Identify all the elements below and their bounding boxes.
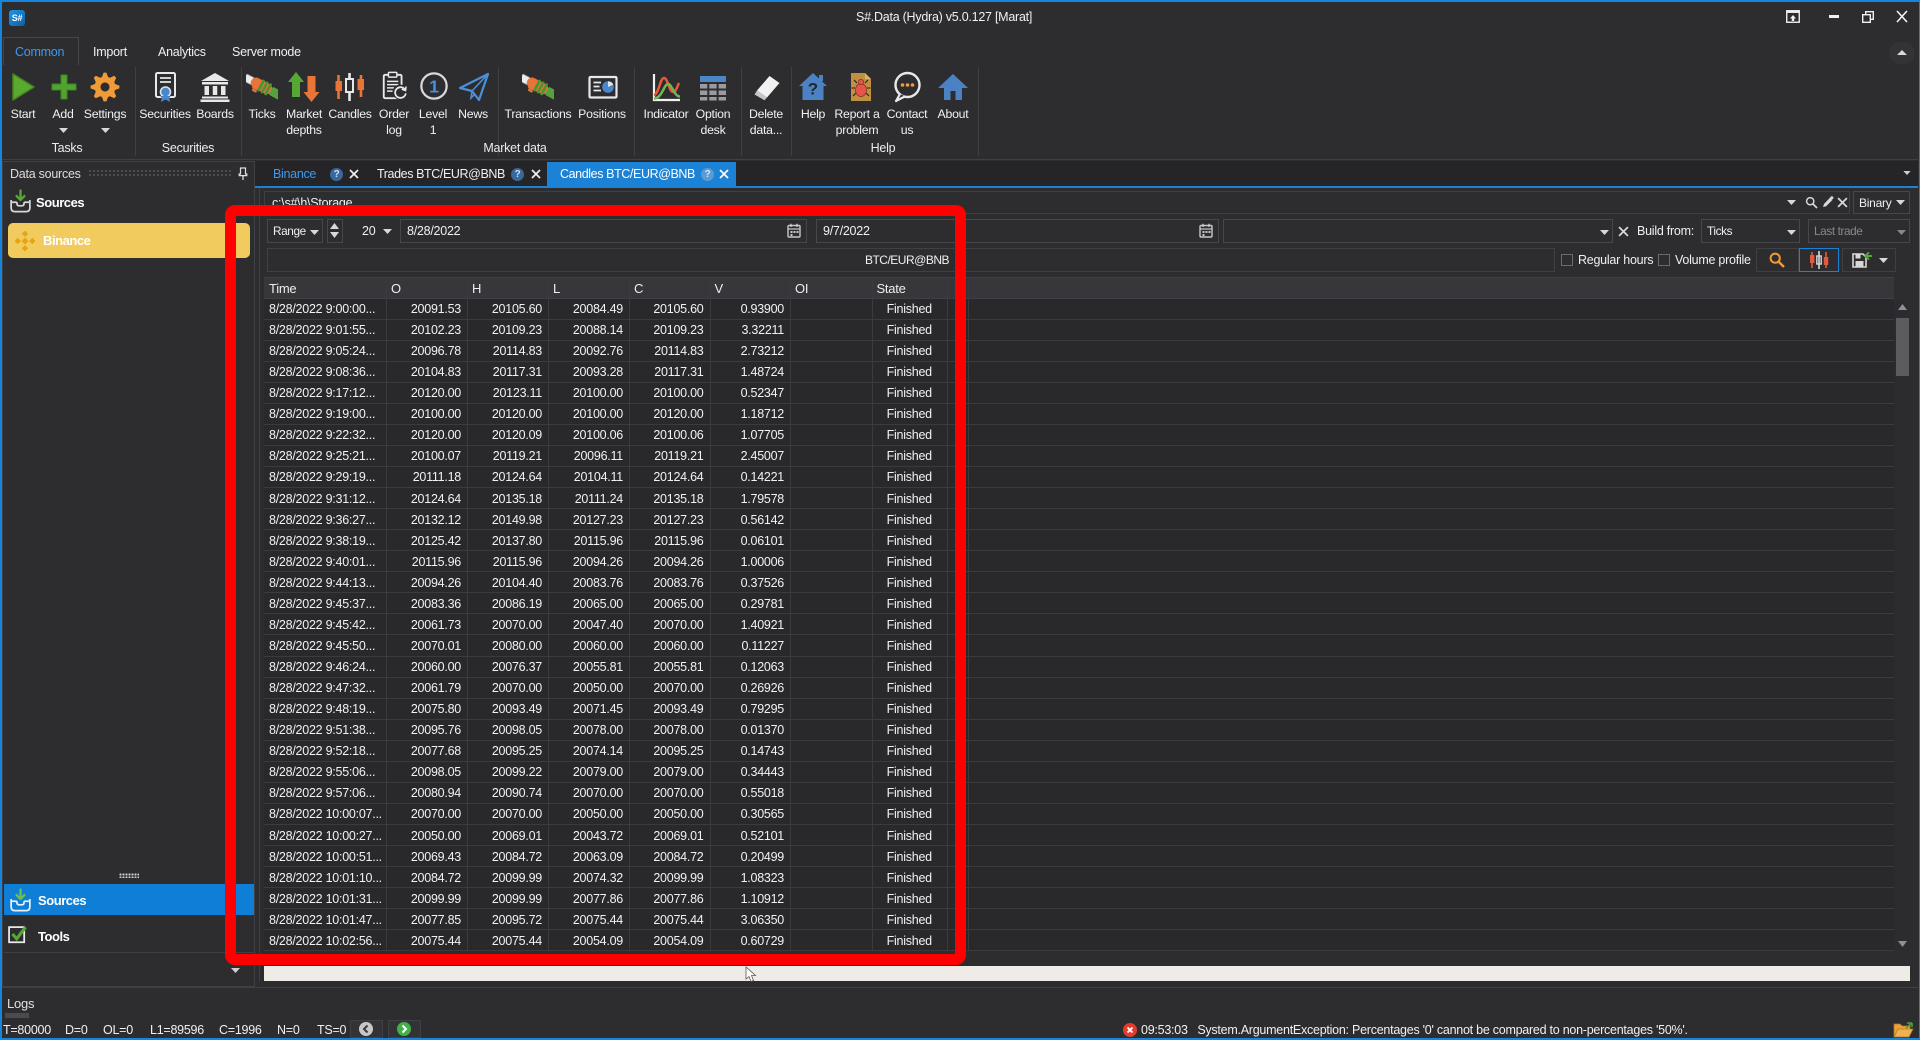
svg-text:1: 1 <box>429 77 439 97</box>
svg-text:?: ? <box>808 80 818 99</box>
